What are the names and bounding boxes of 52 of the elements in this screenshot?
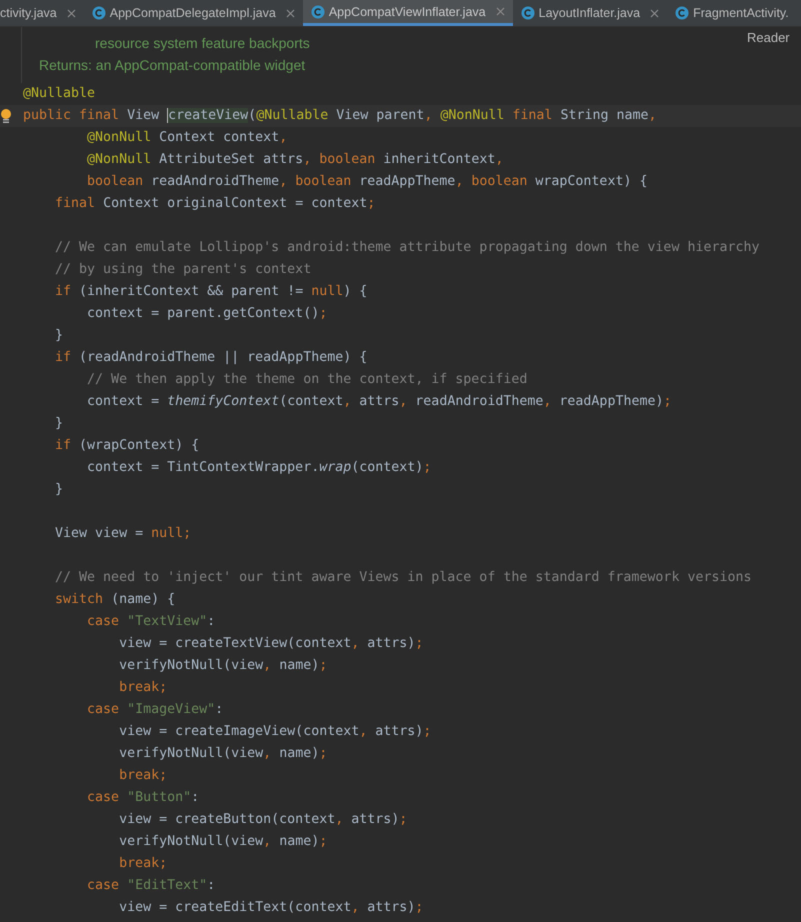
lightbulb-icon[interactable] [0, 108, 12, 124]
code-line: break; [118, 679, 168, 697]
code-line: view = createImageView(context, attrs); [118, 723, 432, 741]
code-line: context = parent.getContext(); [86, 305, 328, 323]
code-line: context = TintContextWrapper.wrap(context); [86, 459, 432, 477]
code-line: final Context originalContext = context; [54, 195, 376, 213]
editor-tab[interactable]: AppCompatDelegateImpl.java [84, 0, 303, 26]
code-line: } [54, 481, 64, 499]
code-line: boolean readAndroidTheme, boolean readAppTheme, boolean wrapContext) { [86, 173, 648, 191]
code-line: if (readAndroidTheme || readAppTheme) { [54, 349, 368, 367]
code-line: view = createEditText(context, attrs); [118, 899, 424, 917]
class-icon [520, 6, 535, 20]
code-line: verifyNotNull(view, name); [118, 657, 328, 675]
code-line: verifyNotNull(view, name); [118, 833, 328, 851]
code-line: @Nullable [23, 85, 96, 103]
editor-tab[interactable]: FragmentActivity. [667, 0, 797, 26]
code-line: // We then apply the theme on the context, if specified [86, 371, 528, 389]
close-icon[interactable] [66, 8, 76, 18]
code-line: view = createTextView(context, attrs); [118, 635, 424, 653]
code-line: context = themifyContext(context, attrs, readAndroidTheme, readAppTheme); [86, 393, 672, 411]
class-icon [675, 6, 690, 20]
code-line: } [54, 327, 64, 345]
code-line: } [54, 415, 64, 433]
code-line: verifyNotNull(view, name); [118, 745, 328, 763]
class-icon [92, 6, 106, 20]
code-line: view = createButton(context, attrs); [118, 811, 408, 829]
code-line: case "EditText": [86, 877, 216, 895]
code-line: break; [118, 855, 168, 873]
editor-tab[interactable]: ctivity.java [0, 0, 84, 26]
code-line: case "TextView": [86, 613, 216, 631]
code-line: case "Button": [86, 789, 200, 807]
doc-text: resource system feature backports [95, 34, 310, 53]
doc-text: Returns: an AppCompat-compatible widget [39, 56, 306, 75]
editor-tab[interactable]: AppCompatViewInflater.java [302, 0, 513, 26]
code-line: // by using the parent's context [54, 261, 312, 279]
code-line: case "ImageView": [86, 701, 224, 719]
code-line: View view = null; [54, 525, 192, 543]
editor-tab[interactable]: LayoutInflater.java [512, 0, 668, 26]
close-icon[interactable] [286, 8, 295, 18]
code-line: // We need to 'inject' our tint aware Views in place of the standard framework versions [54, 569, 752, 587]
code-line: @NonNull AttributeSet attrs, boolean inheritContext, [86, 151, 504, 169]
code-line: if (inheritContext && parent != null) { [54, 283, 368, 301]
close-icon[interactable] [496, 7, 505, 16]
close-icon[interactable] [650, 8, 660, 18]
class-icon [310, 4, 325, 18]
code-line: @NonNull Context context, [86, 129, 288, 147]
code-line: switch (name) { [54, 591, 176, 609]
code-line: break; [118, 767, 168, 785]
code-line: // We can emulate Lollipop's android:theme attribute propagating down the view hierarchy [54, 239, 760, 257]
code-line: public final View createView(@Nullable View parent, @NonNull final String name, [23, 107, 657, 125]
code-line: if (wrapContext) { [54, 437, 200, 455]
reader-mode-link[interactable]: Reader [747, 30, 790, 45]
